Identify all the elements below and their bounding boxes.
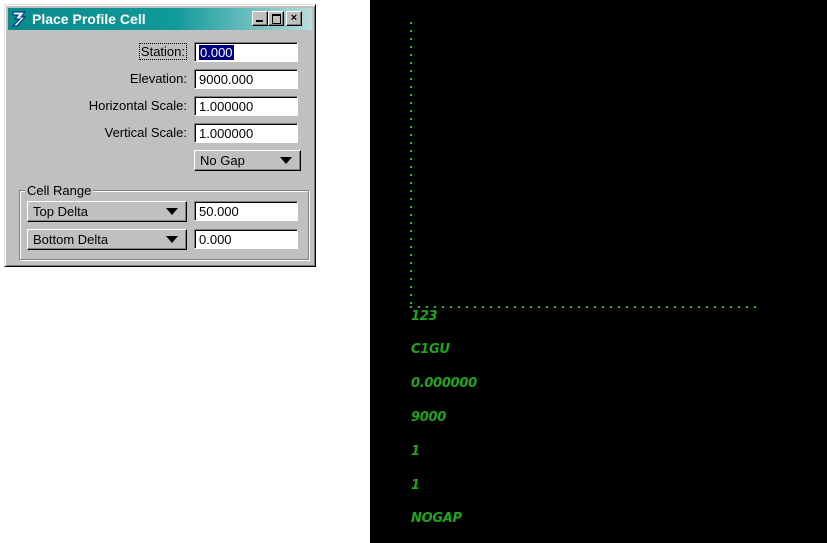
top-range-dropdown[interactable]: Top Delta <box>27 201 187 222</box>
drawing-view[interactable]: 123 C1GU 0.000000 9000 1 1 NOGAP <box>370 0 827 543</box>
close-icon: × <box>290 12 298 24</box>
cell-text-station: 0.000000 <box>411 376 477 391</box>
minimize-button[interactable] <box>252 11 268 26</box>
bottom-delta-input[interactable]: 0.000 <box>194 229 298 249</box>
maximize-icon <box>272 14 281 24</box>
horizontal-scale-label: Horizontal Scale: <box>88 98 187 113</box>
close-button[interactable]: × <box>286 11 302 26</box>
minimize-icon <box>256 20 263 22</box>
cell-text-cell-name: C1GU <box>411 342 450 357</box>
chevron-down-icon <box>166 208 178 215</box>
bottom-range-dropdown[interactable]: Bottom Delta <box>27 229 187 250</box>
elevation-input[interactable]: 9000.000 <box>194 69 298 89</box>
station-input[interactable]: 0.000 <box>194 42 298 62</box>
cell-text-vertical-scale: 1 <box>411 478 420 493</box>
place-profile-cell-dialog: Place Profile Cell × Station: 0.000 Elev… <box>4 4 316 267</box>
chevron-down-icon <box>280 157 292 164</box>
vertical-scale-label: Vertical Scale: <box>104 125 187 140</box>
top-range-option: Top Delta <box>33 204 88 219</box>
elevation-label: Elevation: <box>129 71 187 86</box>
cell-text-horizontal-scale: 1 <box>411 444 420 459</box>
chevron-down-icon <box>166 236 178 243</box>
dialog-title: Place Profile Cell <box>32 11 146 27</box>
cell-text-elevation: 9000 <box>411 410 446 425</box>
profile-horizontal-dotted-line <box>410 306 762 308</box>
horizontal-scale-input[interactable]: 1.000000 <box>194 96 298 116</box>
bottom-range-option: Bottom Delta <box>33 232 109 247</box>
title-bar[interactable]: Place Profile Cell × <box>8 8 312 30</box>
cell-text-gap: NOGAP <box>411 511 462 526</box>
gap-option-dropdown[interactable]: No Gap <box>194 150 301 171</box>
station-label: Station: <box>138 43 188 60</box>
maximize-button[interactable] <box>268 11 284 26</box>
profile-vertical-dotted-line <box>410 22 412 310</box>
bentley-b-icon <box>11 11 27 27</box>
cell-range-title: Cell Range <box>25 183 94 198</box>
gap-option-value: No Gap <box>200 153 245 168</box>
top-delta-input[interactable]: 50.000 <box>194 201 298 221</box>
cell-text-station-label: 123 <box>411 309 438 324</box>
vertical-scale-input[interactable]: 1.000000 <box>194 123 298 143</box>
